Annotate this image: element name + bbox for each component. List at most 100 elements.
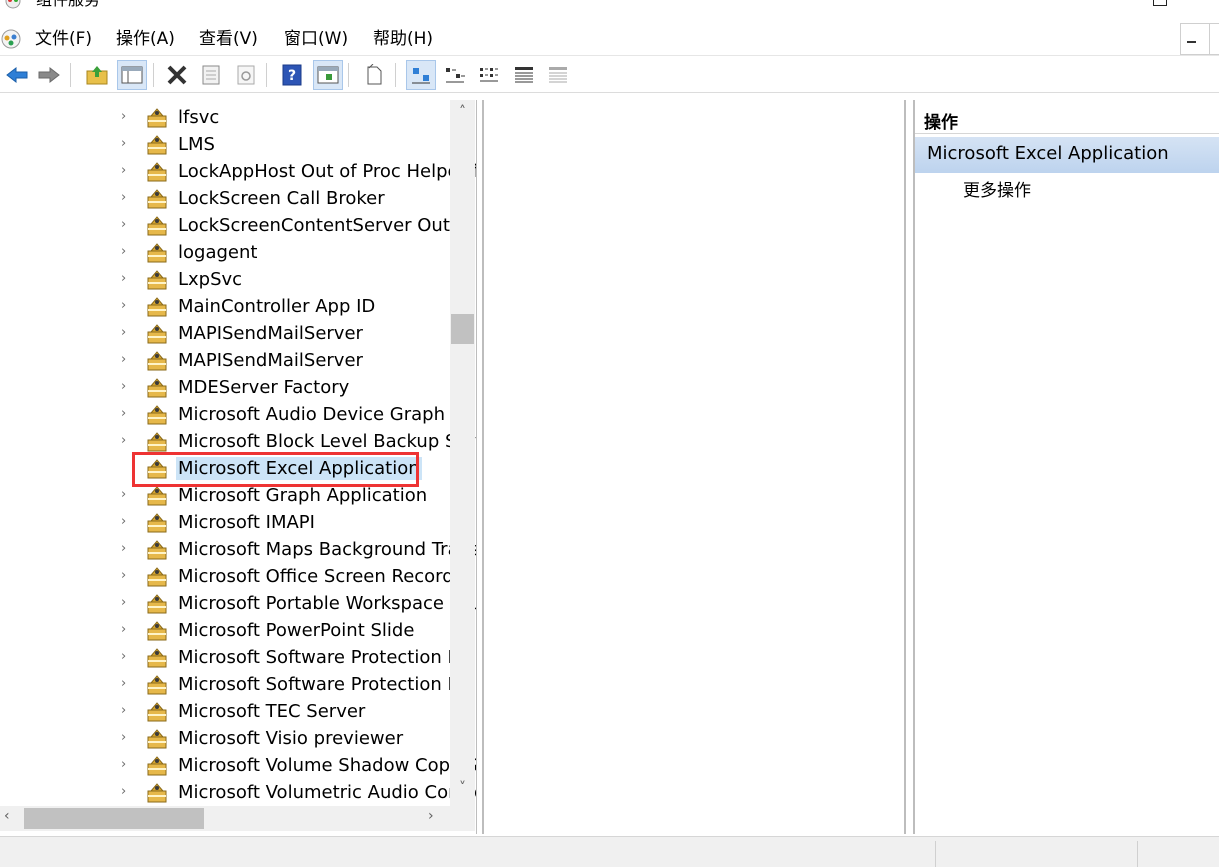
help-icon[interactable]: ? [277,60,307,90]
refresh-icon[interactable] [231,60,261,90]
forward-icon[interactable] [34,60,64,90]
com-component-icon [145,755,169,777]
properties-icon[interactable] [196,60,226,90]
scroll-left-icon[interactable]: ‹ [4,808,22,828]
tree-item[interactable]: › LockAppHost Out of Proc Helper f [0,158,476,185]
show-action-pane-icon[interactable] [313,60,343,90]
tree-item[interactable]: Microsoft Excel Application [0,455,450,482]
tree-item[interactable]: › Microsoft Graph Application [0,482,450,509]
menu-view[interactable]: 查看(V) [199,28,258,50]
tree-item[interactable]: › Microsoft TEC Server [0,698,450,725]
expand-chevron-icon[interactable]: › [121,380,135,394]
scroll-down-icon[interactable]: ˅ [450,780,475,802]
expand-chevron-icon[interactable]: › [121,677,135,691]
menu-file[interactable]: 文件(F) [35,28,92,50]
menu-help[interactable]: 帮助(H) [373,28,433,50]
com-component-icon [145,620,169,642]
large-icons-view-icon[interactable] [406,60,436,90]
tree-item[interactable]: › MainController App ID [0,293,450,320]
console-tree[interactable]: › lfsvc › LMS › LockAppHost Out of Proc Helpe… [0,100,477,834]
tree-item[interactable]: › LockScreen Call Broker [0,185,450,212]
results-pane[interactable] [482,100,906,834]
expand-chevron-icon[interactable]: › [121,164,135,178]
expand-chevron-icon[interactable]: › [121,407,135,421]
tree-item[interactable]: › Microsoft Volumetric Audio Comp [0,779,476,806]
expand-chevron-icon[interactable]: › [121,434,135,448]
show-hide-tree-icon[interactable] [117,60,147,90]
toolbar-separator [266,63,267,87]
expand-chevron-icon[interactable]: › [121,110,135,124]
tree-item[interactable]: › Microsoft Software Protection Pla [0,644,474,671]
expand-chevron-icon[interactable]: › [121,191,135,205]
expand-chevron-icon[interactable]: › [121,596,135,610]
tree-item[interactable]: › Microsoft Software Protection Pla [0,671,474,698]
tree-item-label: Microsoft Excel Application [176,457,422,480]
scroll-thumb[interactable] [451,314,474,344]
expand-chevron-icon[interactable]: › [121,245,135,259]
expand-chevron-icon[interactable]: › [121,515,135,529]
tree-item-label: Microsoft Visio previewer [178,728,404,749]
tree-item[interactable]: › lfsvc [0,104,450,131]
menu-window[interactable]: 窗口(W) [284,28,348,50]
expand-chevron-icon[interactable]: › [121,272,135,286]
scroll-up-icon[interactable]: ˄ [450,104,475,126]
tree-item[interactable]: › Microsoft Maps Background Trans [0,536,476,563]
toolbar-separator [395,63,396,87]
console-icon[interactable] [0,28,22,50]
tree-item[interactable]: › LMS [0,131,450,158]
expand-chevron-icon[interactable]: › [121,542,135,556]
expand-chevron-icon[interactable]: › [121,731,135,745]
tree-item[interactable]: › Microsoft IMAPI [0,509,450,536]
scroll-right-icon[interactable]: › [428,808,446,828]
expand-chevron-icon[interactable]: › [121,650,135,664]
com-component-icon [145,350,169,372]
expand-chevron-icon[interactable]: › [121,758,135,772]
tree-vertical-scrollbar[interactable]: ˄ ˅ [450,100,475,806]
expand-chevron-icon[interactable]: › [121,353,135,367]
tree-item-label: Microsoft Software Protection Pla [178,674,475,695]
list-view-icon[interactable] [474,60,504,90]
back-icon[interactable] [2,60,32,90]
expand-chevron-icon[interactable]: › [121,326,135,340]
status-view-icon[interactable] [543,60,573,90]
tree-item[interactable]: › Microsoft Office Screen Recorder [0,563,472,590]
tree-item[interactable]: › Microsoft Volume Shadow Copy S [0,752,476,779]
up-folder-icon[interactable] [82,60,112,90]
expand-chevron-icon[interactable]: › [121,785,135,799]
delete-icon[interactable] [162,60,192,90]
scroll-thumb-horizontal[interactable] [24,808,204,829]
detail-view-icon[interactable] [509,60,539,90]
tree-item[interactable]: › MDEServer Factory [0,374,450,401]
tree-item-label: Microsoft Maps Background Trans [178,539,477,560]
com-component-icon [145,539,169,561]
tree-horizontal-scrollbar[interactable]: ‹ › [0,806,450,831]
tree-item[interactable]: › LockScreenContentServer Out of [0,212,473,239]
com-component-icon [145,134,169,156]
tree-item[interactable]: › Microsoft Visio previewer [0,725,450,752]
expand-chevron-icon[interactable]: › [121,299,135,313]
tree-item[interactable]: › Microsoft Audio Device Graph Se [0,401,473,428]
expand-chevron-icon[interactable]: › [121,569,135,583]
expand-chevron-icon[interactable]: › [121,137,135,151]
tree-item[interactable]: › MAPISendMailServer [0,347,450,374]
tree-item[interactable]: › LxpSvc [0,266,450,293]
tree-item[interactable]: › MAPISendMailServer [0,320,450,347]
com-component-icon [145,701,169,723]
new-icon[interactable] [359,60,389,90]
menu-action[interactable]: 操作(A) [116,28,175,50]
more-actions-link[interactable]: 更多操作 [963,180,1031,202]
actions-section-title[interactable]: Microsoft Excel Application [915,137,1219,173]
tree-item[interactable]: › Microsoft Block Level Backup Serv [0,428,476,455]
tree-item[interactable]: › Microsoft PowerPoint Slide [0,617,450,644]
minimize-child-button[interactable] [1187,41,1196,43]
expand-chevron-icon[interactable]: › [121,218,135,232]
tree-item-label: MAPISendMailServer [178,350,363,371]
tree-item[interactable]: › Microsoft Portable Workspace Lau [0,590,476,617]
tree-item-label: Microsoft Software Protection Pla [178,647,475,668]
tree-item[interactable]: › logagent [0,239,450,266]
maximize-button[interactable] [1153,0,1167,6]
expand-chevron-icon[interactable]: › [121,488,135,502]
expand-chevron-icon[interactable]: › [121,623,135,637]
small-icons-view-icon[interactable] [440,60,470,90]
expand-chevron-icon[interactable]: › [121,704,135,718]
